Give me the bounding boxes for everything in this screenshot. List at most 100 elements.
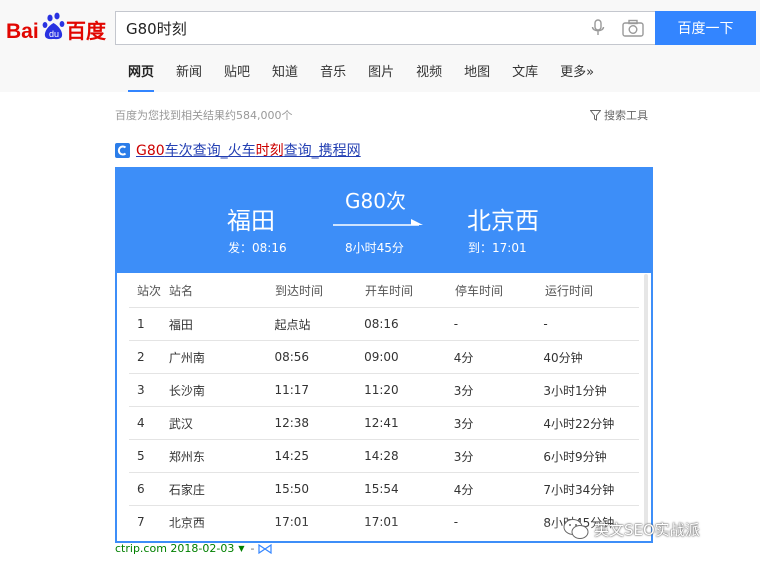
search-tools-button[interactable]: 搜索工具 bbox=[590, 107, 648, 123]
cell: 起点站 bbox=[274, 317, 311, 332]
title-part: 查询_携程网 bbox=[283, 143, 361, 159]
cell: 石家庄 bbox=[168, 482, 205, 497]
table-header: 站次 站名 到达时间 开车时间 停车时间 运行时间 bbox=[117, 273, 651, 307]
cell: 广州南 bbox=[168, 350, 205, 365]
tab-tieba[interactable]: 贴吧 bbox=[224, 62, 250, 92]
cell: 福田 bbox=[168, 317, 193, 332]
column-header: 停车时间 bbox=[455, 283, 504, 298]
tab-web[interactable]: 网页 bbox=[128, 62, 155, 92]
tab-music[interactable]: 音乐 bbox=[320, 62, 346, 92]
svg-text:百度: 百度 bbox=[66, 19, 107, 43]
camera-icon[interactable] bbox=[621, 18, 645, 38]
train-number: G80次 bbox=[345, 189, 406, 213]
tab-images[interactable]: 图片 bbox=[368, 62, 394, 92]
cell: 6小时9分钟 bbox=[543, 449, 607, 464]
baidu-logo[interactable]: Bai du 百度 bbox=[6, 8, 108, 48]
cell: 3分 bbox=[453, 383, 474, 398]
tab-map[interactable]: 地图 bbox=[464, 62, 490, 92]
search-button[interactable]: 百度一下 bbox=[655, 11, 756, 45]
watermark-text: 英文SEO实战派 bbox=[594, 520, 700, 539]
separator: - bbox=[250, 542, 255, 555]
title-part: 车次查询_火车 bbox=[164, 143, 256, 159]
cell: 4分 bbox=[453, 350, 474, 365]
table-row: 3 长沙南 11:17 11:20 3分 3小时1分钟 bbox=[129, 373, 639, 406]
train-card: 福田 发：08:16 G80次 8小时45分 北京西 到：17:01 站次 站名… bbox=[115, 167, 653, 543]
cell: 14:25 bbox=[274, 449, 310, 463]
result-title: G80车次查询_火车时刻查询_携程网 bbox=[115, 140, 361, 160]
column-header: 运行时间 bbox=[545, 283, 594, 298]
to-station: 北京西 bbox=[467, 207, 539, 235]
svg-text:Bai: Bai bbox=[6, 20, 39, 43]
cell: 郑州东 bbox=[168, 449, 205, 464]
result-link[interactable]: G80车次查询_火车时刻查询_携程网 bbox=[136, 140, 361, 160]
departure-time: 发：08:16 bbox=[228, 241, 287, 255]
cell: 12:41 bbox=[364, 416, 399, 430]
cell: 6 bbox=[137, 482, 145, 496]
tab-video[interactable]: 视频 bbox=[416, 62, 442, 92]
cell: 3 bbox=[137, 383, 145, 397]
title-highlight-time: 时刻 bbox=[255, 143, 284, 159]
tab-news[interactable]: 新闻 bbox=[176, 62, 202, 92]
search-input[interactable] bbox=[116, 12, 576, 44]
dropdown-arrow-icon[interactable]: ▼ bbox=[238, 544, 244, 553]
title-highlight-train: G80 bbox=[136, 143, 165, 159]
cell: 长沙南 bbox=[168, 383, 205, 398]
from-station: 福田 bbox=[227, 207, 275, 235]
filter-icon bbox=[590, 109, 601, 121]
cell: 40分钟 bbox=[543, 350, 583, 365]
search-box bbox=[115, 11, 656, 45]
cell: 5 bbox=[137, 449, 145, 463]
travel-duration: 8小时45分 bbox=[345, 241, 404, 255]
bow-icon[interactable] bbox=[258, 543, 273, 554]
table-row: 1 福田 起点站 08:16 - - bbox=[129, 307, 639, 340]
table-row: 4 武汉 12:38 12:41 3分 4小时22分钟 bbox=[129, 406, 639, 439]
tab-more[interactable]: 更多» bbox=[560, 62, 594, 92]
cell: - bbox=[543, 317, 548, 331]
cell: 12:38 bbox=[274, 416, 310, 430]
arrow-right-icon bbox=[333, 219, 423, 226]
result-url-text: ctrip.com 2018-02-03 bbox=[115, 542, 235, 555]
cell: 15:50 bbox=[274, 482, 310, 496]
microphone-icon[interactable] bbox=[588, 18, 608, 38]
cell: 4小时22分钟 bbox=[543, 416, 615, 431]
tab-zhidao[interactable]: 知道 bbox=[272, 62, 298, 92]
wechat-icon bbox=[563, 519, 589, 539]
column-header: 开车时间 bbox=[365, 283, 414, 298]
nav-tabs: 网页 新闻 贴吧 知道 音乐 图片 视频 地图 文库 更多» bbox=[128, 62, 616, 92]
column-header: 站名 bbox=[169, 283, 194, 298]
cell: 4 bbox=[137, 416, 145, 430]
table-row: 5 郑州东 14:25 14:28 3分 6小时9分钟 bbox=[129, 439, 639, 472]
arrival-time: 到：17:01 bbox=[468, 241, 527, 255]
cell: 3分 bbox=[453, 416, 474, 431]
cell: 14:28 bbox=[364, 449, 399, 463]
result-url: ctrip.com 2018-02-03 ▼ - bbox=[115, 542, 273, 555]
header: Bai du 百度 百度一下 网页 新闻 贴吧 知道 音乐 图片 视频 bbox=[0, 0, 760, 92]
column-header: 到达时间 bbox=[275, 283, 324, 298]
cell: 11:20 bbox=[364, 383, 399, 397]
cell: - bbox=[453, 317, 459, 331]
cell: 08:16 bbox=[364, 317, 399, 331]
tab-wenku[interactable]: 文库 bbox=[512, 62, 538, 92]
table-row: 6 石家庄 15:50 15:54 4分 7小时34分钟 bbox=[129, 472, 639, 505]
column-header: 站次 bbox=[137, 283, 162, 298]
cell: 3分 bbox=[453, 449, 474, 464]
cell: 4分 bbox=[453, 482, 474, 497]
cell: 1 bbox=[137, 317, 145, 331]
cell: 武汉 bbox=[168, 416, 193, 431]
search-tools-label: 搜索工具 bbox=[604, 109, 648, 122]
cell: 7小时34分钟 bbox=[543, 482, 615, 497]
table-scrollbar[interactable] bbox=[644, 274, 648, 529]
table-row: 2 广州南 08:56 09:00 4分 40分钟 bbox=[129, 340, 639, 373]
train-summary: 福田 发：08:16 G80次 8小时45分 北京西 到：17:01 bbox=[117, 169, 651, 273]
cell: 2 bbox=[137, 350, 145, 364]
svg-text:du: du bbox=[49, 29, 59, 39]
result-count: 百度为您找到相关结果约584,000个 bbox=[115, 109, 293, 122]
cell: 09:00 bbox=[364, 350, 399, 364]
cell: 3小时1分钟 bbox=[543, 383, 607, 398]
watermark: 英文SEO实战派 bbox=[562, 517, 700, 541]
cell: 08:56 bbox=[274, 350, 310, 364]
ctrip-favicon-icon bbox=[115, 142, 130, 158]
cell: 15:54 bbox=[364, 482, 399, 496]
timetable: 站次 站名 到达时间 开车时间 停车时间 运行时间 1 福田 起点站 08:16… bbox=[117, 273, 651, 541]
cell: 11:17 bbox=[274, 383, 310, 397]
